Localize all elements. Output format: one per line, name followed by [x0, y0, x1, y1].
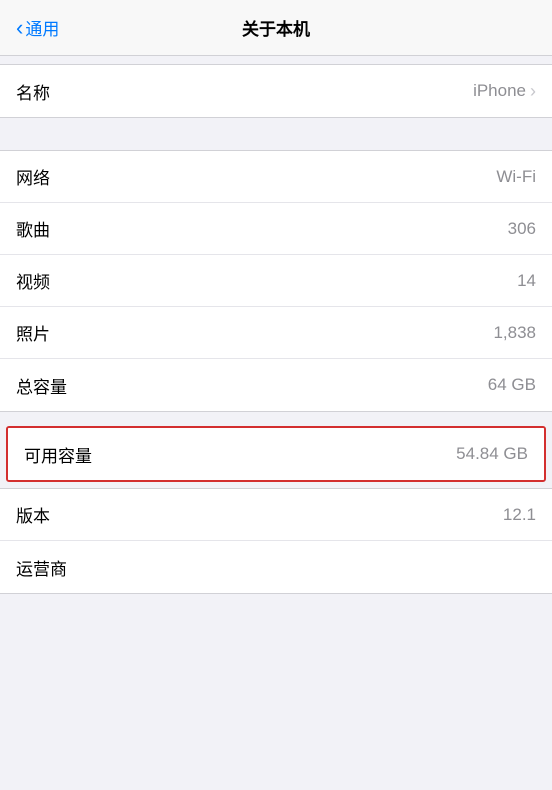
photos-row: 照片 1,838: [0, 307, 552, 359]
videos-row: 视频 14: [0, 255, 552, 307]
total-capacity-label: 总容量: [16, 373, 67, 398]
songs-label: 歌曲: [16, 216, 50, 241]
songs-value: 306: [508, 219, 536, 239]
network-value: Wi-Fi: [496, 167, 536, 187]
photos-label: 照片: [16, 320, 50, 345]
back-button[interactable]: ‹ 通用: [16, 15, 59, 40]
available-section-wrapper: 可用容量 54.84 GB: [0, 420, 552, 488]
name-row[interactable]: 名称 iPhone ›: [0, 65, 552, 117]
available-capacity-row: 可用容量 54.84 GB: [8, 428, 544, 480]
photos-value: 1,838: [493, 323, 536, 343]
songs-row: 歌曲 306: [0, 203, 552, 255]
name-value: iPhone ›: [473, 81, 536, 102]
total-capacity-row: 总容量 64 GB: [0, 359, 552, 411]
network-label: 网络: [16, 164, 50, 189]
version-section: 版本 12.1 运营商: [0, 488, 552, 594]
back-chevron-icon: ‹: [16, 17, 23, 39]
version-label: 版本: [16, 502, 50, 527]
nav-bar: ‹ 通用 关于本机: [0, 0, 552, 56]
info-section: 网络 Wi-Fi 歌曲 306 视频 14 照片 1,838 总容量 64 GB: [0, 150, 552, 412]
available-capacity-label: 可用容量: [24, 442, 92, 467]
name-label: 名称: [16, 79, 50, 104]
available-highlight-border: 可用容量 54.84 GB: [6, 426, 546, 482]
total-capacity-value: 64 GB: [488, 375, 536, 395]
videos-value: 14: [517, 271, 536, 291]
version-value: 12.1: [503, 505, 536, 525]
carrier-row: 运营商: [0, 541, 552, 593]
name-value-text: iPhone: [473, 81, 526, 101]
version-row: 版本 12.1: [0, 489, 552, 541]
carrier-label: 运营商: [16, 555, 67, 580]
videos-label: 视频: [16, 268, 50, 293]
name-section: 名称 iPhone ›: [0, 64, 552, 118]
available-capacity-value: 54.84 GB: [456, 444, 528, 464]
name-chevron-icon: ›: [530, 81, 536, 102]
network-row: 网络 Wi-Fi: [0, 151, 552, 203]
page-title: 关于本机: [242, 15, 310, 40]
content: 名称 iPhone › 网络 Wi-Fi 歌曲 306 视频 14 照片 1,8…: [0, 56, 552, 594]
section-gap-1: [0, 126, 552, 150]
back-label: 通用: [25, 15, 59, 40]
